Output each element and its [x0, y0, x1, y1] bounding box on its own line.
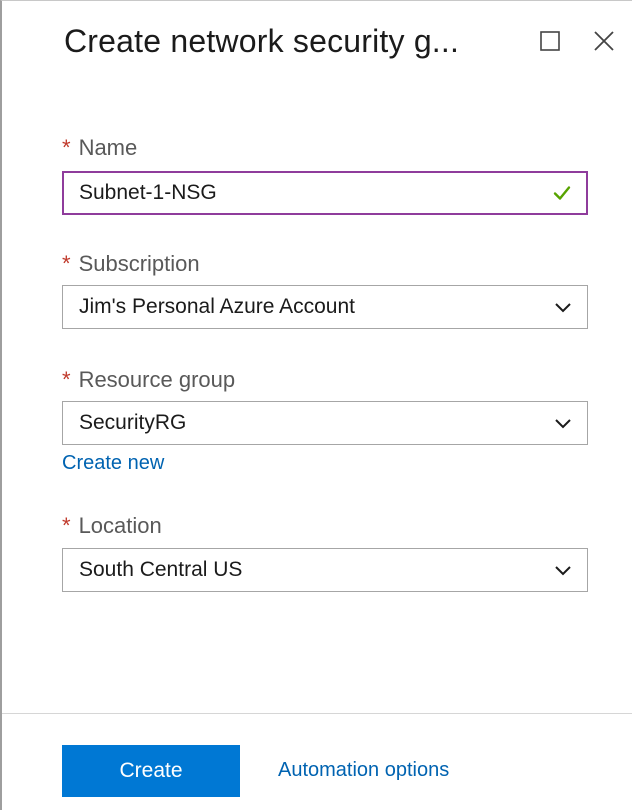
blade-header: Create network security g... — [2, 1, 632, 87]
subscription-value: Jim's Personal Azure Account — [79, 295, 355, 318]
chevron-down-icon — [553, 297, 573, 317]
checkmark-icon — [552, 183, 572, 203]
required-marker: * — [62, 513, 71, 538]
resource-group-value: SecurityRG — [79, 411, 187, 434]
close-icon — [592, 29, 616, 58]
location-dropdown[interactable]: South Central US — [62, 548, 588, 592]
subscription-label: * Subscription — [62, 251, 200, 277]
chevron-down-icon — [553, 560, 573, 580]
location-label: * Location — [62, 513, 162, 539]
required-marker: * — [62, 135, 71, 160]
resource-group-dropdown[interactable]: SecurityRG — [62, 401, 588, 445]
automation-options-link[interactable]: Automation options — [278, 759, 449, 782]
blade-title: Create network security g... — [64, 23, 460, 59]
subscription-label-text: Subscription — [78, 251, 200, 276]
required-marker: * — [62, 367, 71, 392]
resource-group-label: * Resource group — [62, 367, 235, 393]
required-marker: * — [62, 251, 71, 276]
create-new-resource-group-link[interactable]: Create new — [62, 452, 164, 475]
chevron-down-icon — [553, 413, 573, 433]
subscription-dropdown[interactable]: Jim's Personal Azure Account — [62, 285, 588, 329]
name-label: * Name — [62, 135, 137, 161]
location-value: South Central US — [79, 558, 243, 581]
create-nsg-blade: Create network security g... * Name Subne… — [0, 0, 632, 810]
footer-divider — [2, 713, 632, 714]
name-input-value: Subnet-1-NSG — [79, 181, 217, 204]
create-button[interactable]: Create — [62, 745, 240, 797]
name-label-text: Name — [78, 135, 138, 160]
name-input[interactable]: Subnet-1-NSG — [62, 171, 588, 215]
location-label-text: Location — [78, 513, 162, 538]
resource-group-label-text: Resource group — [78, 367, 236, 392]
close-button[interactable] — [588, 27, 620, 59]
maximize-button[interactable] — [534, 27, 566, 59]
maximize-icon — [539, 30, 561, 57]
